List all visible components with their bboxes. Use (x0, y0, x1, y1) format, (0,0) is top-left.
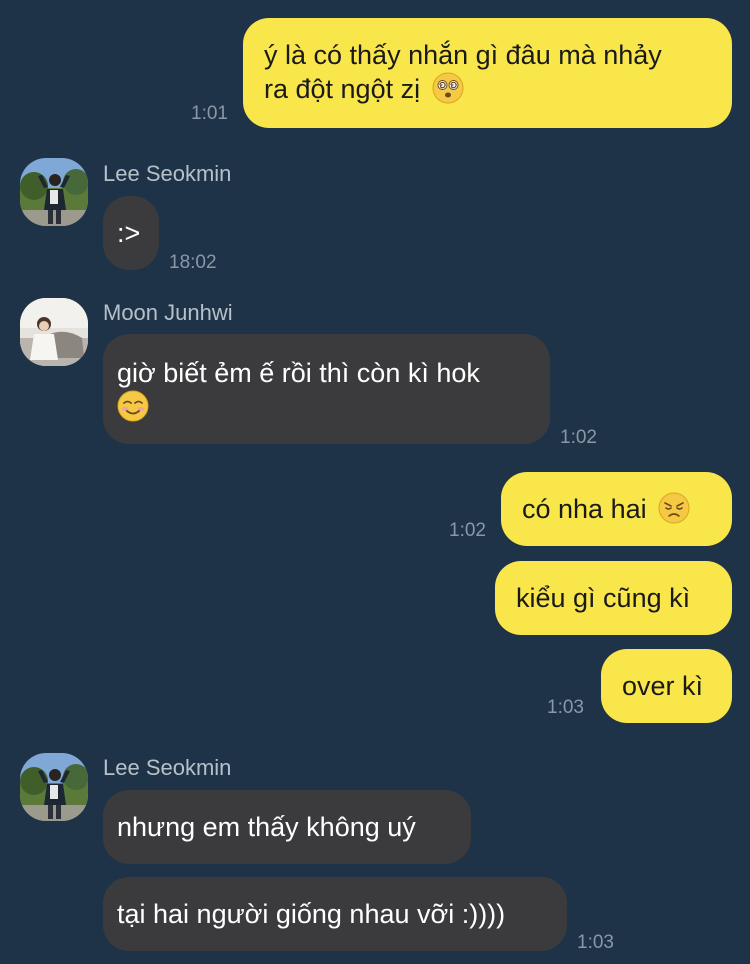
outgoing-message-bubble[interactable]: có nha hai (501, 472, 732, 546)
outgoing-message-bubble[interactable]: kiểu gì cũng kì (495, 561, 732, 635)
incoming-message-bubble[interactable]: nhưng em thấy không uý (103, 790, 471, 864)
message-timestamp: 1:03 (547, 697, 584, 718)
message-timestamp: 1:03 (577, 932, 614, 953)
message-text: tại hai người giống nhau vỡi :)))) (117, 899, 506, 929)
message-timestamp: 1:02 (560, 427, 597, 448)
message-text: :> (117, 218, 141, 248)
sender-name: Lee Seokmin (103, 755, 232, 780)
avatar-moon-junhwi[interactable] (20, 298, 88, 366)
incoming-message-bubble[interactable]: giờ biết ẻm ế rồi thì còn kì hok (103, 334, 550, 444)
outgoing-message-bubble[interactable]: over kì (601, 649, 732, 723)
message-text: over kì (622, 671, 704, 701)
message-timestamp: 1:01 (191, 103, 228, 124)
message-text-line: ý là có thấy nhắn gì đâu mà nhảy (264, 40, 662, 70)
avatar-lee-seokmin[interactable] (20, 158, 88, 226)
disappointed-face-emoji (658, 492, 690, 532)
smiling-face-emoji (117, 390, 149, 430)
message-text-line: ra đột ngột zị (264, 74, 421, 104)
outgoing-message-bubble[interactable]: ý là có thấy nhắn gì đâu mà nhảy ra đột … (243, 18, 732, 128)
incoming-message-bubble[interactable]: tại hai người giống nhau vỡi :)))) (103, 877, 567, 951)
message-text: kiểu gì cũng kì (516, 583, 691, 613)
message-timestamp: 18:02 (169, 252, 217, 273)
sender-name: Moon Junhwi (103, 300, 233, 325)
message-text-line: giờ biết ẻm ế rồi thì còn kì hok (117, 358, 480, 388)
message-timestamp: 1:02 (449, 520, 486, 541)
sender-name: Lee Seokmin (103, 161, 232, 186)
message-text: có nha hai (522, 494, 647, 524)
message-text: nhưng em thấy không uý (117, 812, 416, 842)
dizzy-face-emoji (432, 72, 464, 112)
incoming-message-bubble[interactable]: :> (103, 196, 159, 270)
avatar-lee-seokmin[interactable] (20, 753, 88, 821)
